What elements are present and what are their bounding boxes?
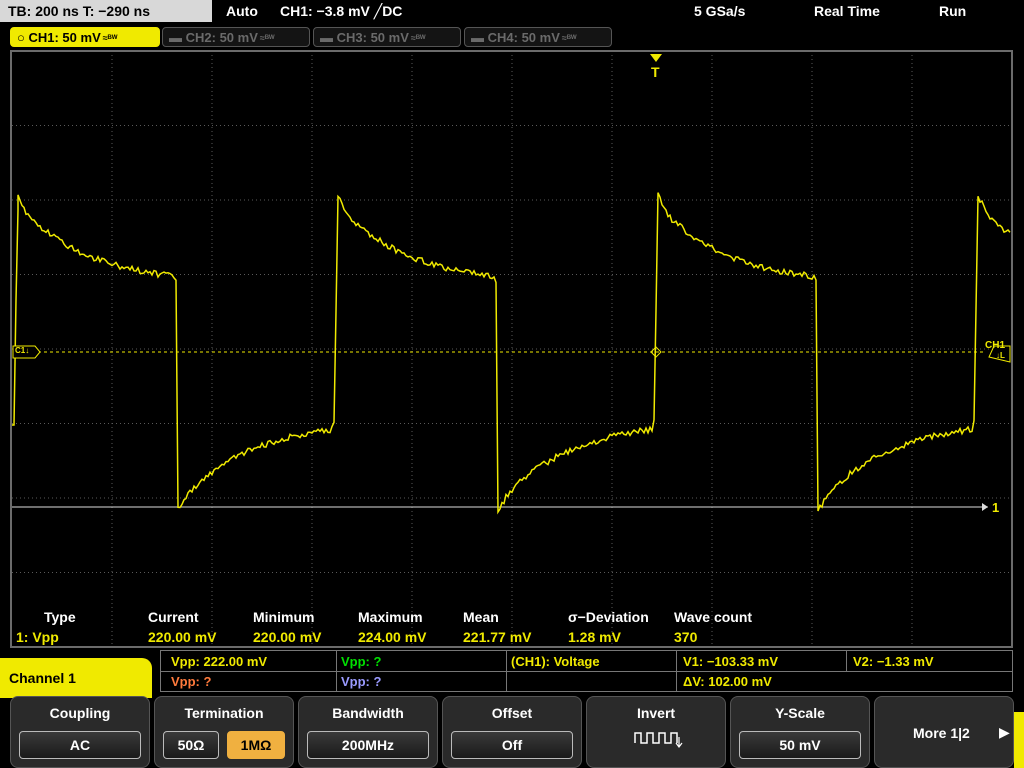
cursor-delta-v: ΔV: 102.00 mV <box>683 674 772 689</box>
grid-border <box>10 50 1013 648</box>
offset-value[interactable]: Off <box>451 731 573 759</box>
trigger-position-icon <box>650 54 662 62</box>
offset-button[interactable]: Offset Off <box>442 696 582 768</box>
termination-button[interactable]: Termination 50Ω 1MΩ <box>154 696 294 768</box>
measure-current: 220.00 mV <box>148 629 217 645</box>
more-label: More 1|2 <box>913 725 970 741</box>
measure-header-mean: Mean <box>463 609 499 625</box>
measure-type: 1: Vpp <box>16 629 59 645</box>
measure-header-current: Current <box>148 609 199 625</box>
ch1-ref-label: C1↓ <box>15 346 30 355</box>
invert-button[interactable]: Invert <box>586 696 726 768</box>
termination-1mohm[interactable]: 1MΩ <box>227 731 285 759</box>
cursor-marker-icon <box>982 503 988 511</box>
vpp-ch3: Vpp: ? <box>171 674 212 689</box>
cursor-source: (CH1): Voltage <box>511 654 600 669</box>
coupling-button[interactable]: Coupling AC <box>10 696 150 768</box>
menu-edge-strip <box>1014 712 1024 768</box>
cursor-level-label: 1 <box>992 500 1000 515</box>
vpp-ch4: Vpp: ? <box>341 674 382 689</box>
ch1-right-sub-label: ↓L <box>996 351 1005 360</box>
bandwidth-title: Bandwidth <box>332 705 404 721</box>
measure-header-minimum: Minimum <box>253 609 315 625</box>
measure-stddev: 1.28 mV <box>568 629 621 645</box>
bandwidth-value[interactable]: 200MHz <box>307 731 429 759</box>
vpp-ch1: Vpp: 222.00 mV <box>171 654 268 669</box>
measure-header-type: Type <box>44 609 76 625</box>
measure-header-maximum: Maximum <box>358 609 423 625</box>
cursor-v2: V2: −1.33 mV <box>853 654 934 669</box>
vpp-ch2: Vpp: ? <box>341 654 382 669</box>
measure-header-wavecount: Wave count <box>674 609 753 625</box>
measure-maximum: 224.00 mV <box>358 629 427 645</box>
coupling-value[interactable]: AC <box>19 731 141 759</box>
yscale-title: Y-Scale <box>775 705 825 721</box>
offset-title: Offset <box>491 705 533 721</box>
more-button[interactable]: More 1|2 ▶ <box>874 696 1014 768</box>
measure-mean: 221.77 mV <box>463 629 532 645</box>
channel-menu-title: Channel 1 <box>0 658 152 698</box>
cursor-v1: V1: −103.33 mV <box>683 654 779 669</box>
invert-waveform-icon <box>634 732 683 748</box>
bandwidth-button[interactable]: Bandwidth 200MHz <box>298 696 438 768</box>
invert-title: Invert <box>636 705 676 721</box>
measure-minimum: 220.00 mV <box>253 629 322 645</box>
trigger-marker-label: T <box>651 64 660 80</box>
yscale-button[interactable]: Y-Scale 50 mV <box>730 696 870 768</box>
next-arrow-icon: ▶ <box>999 724 1010 740</box>
ch1-right-label: CH1 <box>985 340 1006 351</box>
graticule <box>12 51 1012 647</box>
measure-wavecount: 370 <box>674 629 698 645</box>
info-panel: Vpp: 222.00 mV Vpp: ? Vpp: ? Vpp: ? (CH1… <box>160 650 1013 692</box>
termination-title: Termination <box>184 705 264 721</box>
measure-header-stddev: σ−Deviation <box>568 609 649 625</box>
yscale-value[interactable]: 50 mV <box>739 731 861 759</box>
termination-50ohm[interactable]: 50Ω <box>163 731 219 759</box>
coupling-title: Coupling <box>49 705 111 721</box>
